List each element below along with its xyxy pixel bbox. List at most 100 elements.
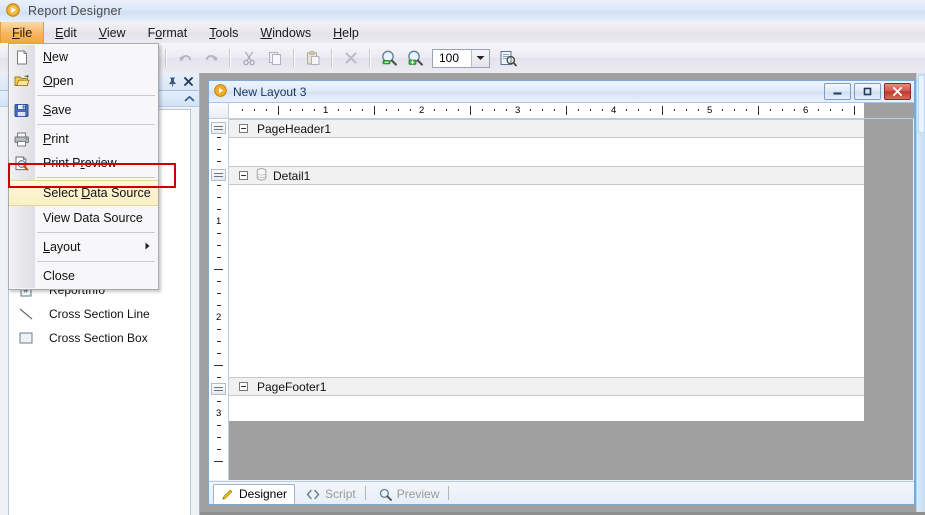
collapse-icon[interactable]	[239, 171, 248, 180]
menu-separator	[37, 261, 155, 262]
toolbar-separator	[165, 49, 167, 67]
band-grip-pageheader1[interactable]	[211, 122, 226, 134]
menu-view[interactable]: View	[88, 22, 137, 43]
design-canvas[interactable]: PageHeader1 Detail1 PageFooter1	[229, 119, 913, 480]
toolbox-item-cross-section-line[interactable]: Cross Section Line	[9, 302, 190, 326]
zoom-in-icon[interactable]	[403, 46, 427, 70]
chevron-up-icon[interactable]	[184, 92, 195, 106]
menu-item-icon-placeholder	[9, 182, 34, 204]
ruler-tick	[602, 109, 603, 111]
chevron-down-icon[interactable]	[471, 49, 489, 67]
tab-preview[interactable]: Preview	[372, 484, 447, 504]
play-circle-icon	[214, 83, 227, 100]
menu-item-open[interactable]: Open	[9, 69, 158, 93]
maximize-button[interactable]	[854, 83, 881, 100]
menu-format[interactable]: Format	[137, 22, 199, 43]
tab-label: Script	[325, 487, 356, 501]
tab-script[interactable]: Script	[299, 484, 363, 504]
zoom-out-icon[interactable]	[377, 46, 401, 70]
ruler-tick	[554, 109, 555, 111]
redo-icon[interactable]	[199, 46, 223, 70]
menu-item-save[interactable]: Save	[9, 98, 158, 122]
menu-file[interactable]: File	[0, 22, 45, 43]
report-designer-window: Report Designer File Edit View Format To…	[0, 0, 925, 515]
menu-edit[interactable]: Edit	[44, 22, 88, 43]
file-menu-dropdown: New Open Save Print Print Preview Select…	[8, 43, 159, 290]
ruler-tick	[386, 109, 387, 111]
undo-icon[interactable]	[173, 46, 197, 70]
print-preview-icon[interactable]	[496, 46, 520, 70]
ruler-label: 6	[803, 105, 809, 116]
band-body-detail1[interactable]	[229, 185, 864, 377]
menu-item-print[interactable]: Print	[9, 127, 158, 151]
zoom-level-combobox[interactable]: 100	[432, 48, 490, 68]
menu-item-select-data-source[interactable]: Select Data Source	[9, 180, 158, 206]
database-icon	[256, 167, 267, 184]
ruler-tick	[242, 109, 243, 111]
menu-item-label: Select Data Source	[43, 186, 151, 200]
ruler-tick	[217, 305, 221, 306]
menu-item-view-data-source[interactable]: View Data Source	[9, 206, 158, 230]
band-grip-pagefooter1[interactable]	[211, 383, 226, 395]
collapse-icon[interactable]	[239, 124, 248, 133]
paste-icon[interactable]	[301, 46, 325, 70]
ruler-tick	[650, 109, 651, 111]
band-body-pageheader1[interactable]	[229, 138, 864, 166]
tab-divider	[364, 486, 366, 500]
scrollbar-thumb[interactable]	[918, 75, 925, 133]
ruler-label: 3	[515, 105, 521, 116]
ruler-tick	[470, 106, 471, 115]
ruler-tick	[214, 365, 223, 366]
toolbox-item-cross-section-box[interactable]: Cross Section Box	[9, 326, 190, 350]
delete-icon[interactable]	[339, 46, 363, 70]
band-header-pageheader1[interactable]: PageHeader1	[229, 119, 864, 138]
toolbox-item-label: Cross Section Line	[49, 307, 150, 321]
copy-icon[interactable]	[263, 46, 287, 70]
ruler-tick	[530, 109, 531, 111]
band-grip-detail1[interactable]	[211, 169, 226, 181]
pin-icon[interactable]	[164, 74, 180, 90]
band-header-detail1[interactable]: Detail1	[229, 166, 864, 185]
minimize-button[interactable]	[824, 83, 851, 100]
ruler-tick	[217, 449, 221, 450]
menu-item-close[interactable]: Close	[9, 264, 158, 288]
report-page[interactable]: PageHeader1 Detail1 PageFooter1	[229, 119, 864, 421]
tab-designer[interactable]: Designer	[213, 484, 296, 504]
ruler-label: 2	[419, 105, 425, 116]
close-icon[interactable]	[180, 74, 196, 90]
menu-item-new[interactable]: New	[9, 45, 158, 69]
ruler-tick	[217, 353, 221, 354]
close-button[interactable]	[884, 83, 911, 100]
band-body-pagefooter1[interactable]	[229, 396, 864, 421]
band-header-pagefooter1[interactable]: PageFooter1	[229, 377, 864, 396]
menu-item-print-preview[interactable]: Print Preview	[9, 151, 158, 175]
ruler-tick	[217, 257, 221, 258]
menu-item-label: Open	[43, 74, 74, 88]
cut-icon[interactable]	[237, 46, 261, 70]
ruler-tick	[217, 329, 221, 330]
ruler-tick	[686, 109, 687, 111]
menu-item-label: Print	[43, 132, 69, 146]
menu-windows[interactable]: Windows	[249, 22, 322, 43]
menu-help[interactable]: Help	[322, 22, 370, 43]
menu-item-icon-placeholder	[9, 236, 34, 258]
code-icon	[306, 489, 320, 500]
document-titlebar[interactable]: New Layout 3	[209, 81, 914, 103]
menu-tools[interactable]: Tools	[198, 22, 249, 43]
ruler-tick	[217, 401, 221, 402]
menu-item-label: Save	[43, 103, 72, 117]
collapse-icon[interactable]	[239, 382, 248, 391]
ruler-tick	[217, 281, 221, 282]
ruler-tick	[217, 185, 221, 186]
cross-section-line-icon	[13, 304, 39, 324]
printer-icon	[9, 128, 34, 150]
menu-item-label: New	[43, 50, 69, 64]
ruler-tick	[770, 109, 771, 111]
menu-separator	[37, 177, 155, 178]
menu-item-layout[interactable]: Layout	[9, 235, 158, 259]
ruler-tick	[578, 109, 579, 111]
menu-separator	[37, 232, 155, 233]
mdi-vertical-scrollbar[interactable]	[916, 73, 925, 515]
ruler-tick	[217, 197, 221, 198]
ruler-tick	[217, 209, 221, 210]
